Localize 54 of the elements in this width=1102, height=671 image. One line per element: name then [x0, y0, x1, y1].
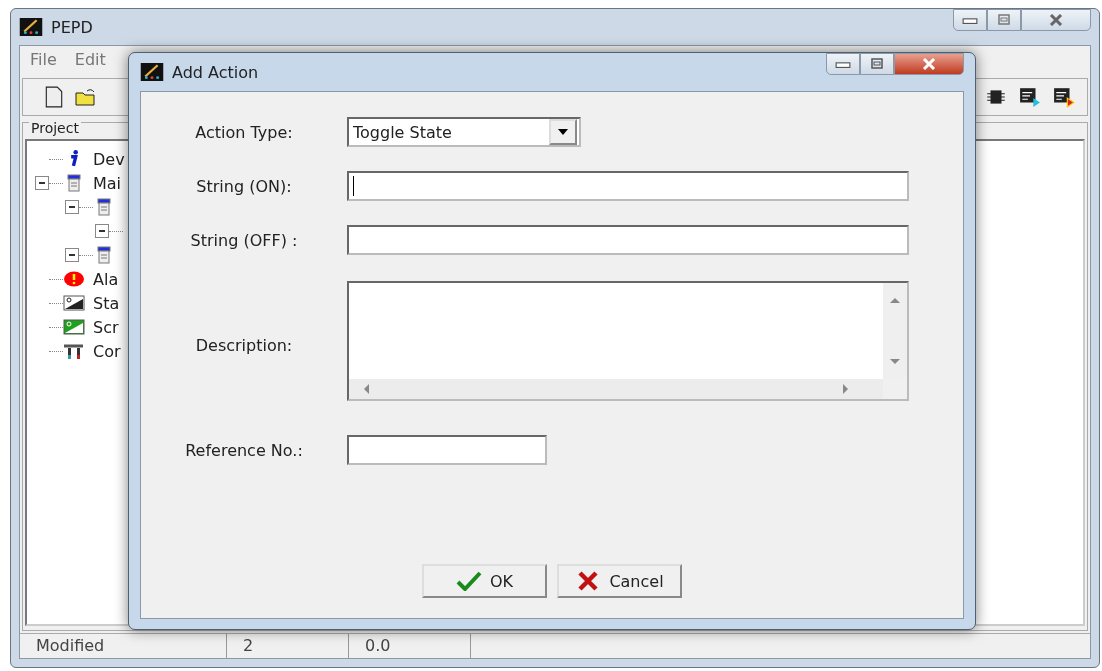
- scrollbar[interactable]: [349, 379, 883, 399]
- document-arrow-icon[interactable]: [1019, 86, 1041, 108]
- close-button[interactable]: [1021, 9, 1091, 31]
- document-arrow-icon[interactable]: [1053, 86, 1075, 108]
- status-text: Modified: [20, 634, 227, 658]
- checkmark-icon: [455, 571, 482, 591]
- tree-item[interactable]: Ala: [93, 269, 119, 289]
- maximize-button[interactable]: [860, 53, 894, 75]
- input-field[interactable]: [347, 225, 909, 255]
- field-label: String (ON):: [195, 176, 293, 196]
- maximize-icon: [996, 14, 1012, 26]
- tree-item[interactable]: Sta: [93, 293, 120, 313]
- status-text: 2: [227, 634, 349, 658]
- dialog-title: Add Action: [172, 62, 259, 82]
- expander-icon[interactable]: [35, 176, 49, 190]
- field-label: Action Type:: [194, 122, 294, 142]
- tree-item[interactable]: Cor: [93, 341, 121, 361]
- menu-item[interactable]: File: [30, 49, 57, 69]
- cancel-button[interactable]: Cancel: [557, 564, 682, 598]
- field-label: Reference No.:: [184, 440, 304, 460]
- expander-icon[interactable]: [95, 224, 109, 238]
- picture-icon: [63, 318, 85, 336]
- text-area[interactable]: [347, 281, 909, 401]
- tools-icon: [63, 342, 85, 360]
- expander-icon[interactable]: [65, 248, 79, 262]
- info-icon: [70, 150, 78, 167]
- menu-item[interactable]: Edit: [74, 49, 106, 69]
- status-text: 0.0: [349, 634, 471, 658]
- close-icon: [1048, 14, 1064, 26]
- ok-button[interactable]: OK: [422, 564, 547, 598]
- expander-icon[interactable]: [65, 200, 79, 214]
- alarm-icon: [63, 270, 85, 288]
- action-type-dropdown[interactable]: Toggle State: [347, 117, 581, 147]
- close-icon: [921, 58, 937, 70]
- folder-icon[interactable]: [75, 86, 97, 108]
- new-document-icon[interactable]: [43, 86, 65, 108]
- input-field[interactable]: [347, 435, 547, 465]
- maximize-icon: [869, 58, 885, 70]
- minimize-button[interactable]: [953, 9, 987, 31]
- app-icon: [140, 63, 164, 81]
- tree-item[interactable]: Scr: [93, 317, 119, 337]
- app-icon: [19, 18, 43, 36]
- picture-icon: [63, 294, 85, 312]
- close-button[interactable]: [894, 53, 964, 75]
- field-label: Description:: [194, 335, 294, 355]
- tree-item[interactable]: Mai: [93, 173, 122, 193]
- window-title: PEPD: [51, 17, 93, 37]
- minimize-button[interactable]: [826, 53, 860, 75]
- field-label: String (OFF) :: [189, 230, 299, 250]
- input-field[interactable]: [347, 171, 909, 201]
- panel-title: Project: [29, 120, 81, 136]
- maximize-button[interactable]: [987, 9, 1021, 31]
- caret-icon: [558, 129, 568, 135]
- tree-item[interactable]: Dev: [93, 149, 125, 169]
